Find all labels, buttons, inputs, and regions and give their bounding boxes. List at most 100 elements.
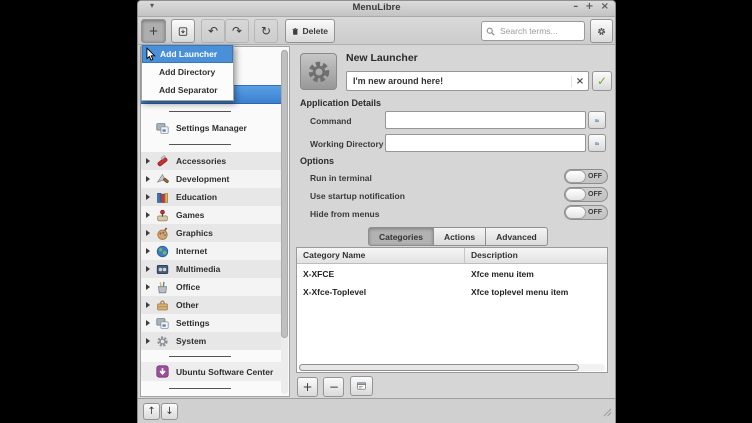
expander-icon[interactable] [146,176,150,182]
redo-button[interactable]: ↷ [225,19,249,43]
expander-icon[interactable] [146,284,150,290]
resize-grip[interactable] [603,404,612,422]
working-directory-browse-button[interactable] [588,134,606,152]
search-input[interactable] [498,25,578,37]
switch-knob [565,188,586,201]
menu-item-add-separator[interactable]: Add Separator [142,81,233,99]
remove-category-button[interactable]: − [323,377,344,397]
application-details-label: Application Details [300,98,381,108]
sidebar-item-accessories[interactable]: Accessories [141,152,282,170]
table-horizontal-scrollbar[interactable] [299,364,605,371]
run-in-terminal-label: Run in terminal [310,173,372,183]
expander-icon[interactable] [146,212,150,218]
command-entry[interactable] [385,111,586,129]
undo-button[interactable]: ↶ [201,19,225,43]
table-header[interactable]: Category Name Description [297,248,607,264]
expander-icon[interactable] [146,230,150,236]
sidebar-item-internet[interactable]: Internet [141,242,282,260]
sidebar-item-ubuntu-software-center[interactable]: Ubuntu Software Center [141,362,282,381]
folder-icon [595,116,599,125]
sidebar-item-settings[interactable]: Settings [141,314,282,332]
sidebar-item-education[interactable]: Education [141,188,282,206]
search-icon [486,27,495,36]
sidebar-item-label: Ubuntu Software Center [176,367,273,377]
run-in-terminal-switch[interactable]: OFF [564,169,608,184]
search-box[interactable] [481,21,585,41]
sidebar-item-games[interactable]: Games [141,206,282,224]
expander-icon[interactable] [146,158,150,164]
check-icon: ✓ [597,74,607,88]
launcher-gear-icon [306,59,332,85]
multimedia-icon [156,263,169,276]
description-cell: Xfce menu item [465,265,534,283]
move-up-button[interactable]: ↑ [143,403,160,420]
sidebar-scrollbar-thumb[interactable] [281,50,288,338]
category-name-cell: X-Xfce-Toplevel [297,283,465,301]
command-browse-button[interactable] [588,111,606,129]
column-header-description[interactable]: Description [465,248,518,263]
sidebar-item-settings-manager[interactable]: Settings Manager [141,119,282,137]
working-directory-entry[interactable] [385,134,586,152]
tab-actions[interactable]: Actions [433,227,486,246]
clear-name-icon[interactable]: × [571,76,588,87]
titlebar[interactable]: ▾ MenuLibre – + × [138,1,615,17]
category-actions: + − [297,376,374,396]
confirm-name-button[interactable]: ✓ [592,71,612,91]
expander-icon[interactable] [146,320,150,326]
sidebar-item-label: Internet [176,246,207,256]
maximize-button[interactable]: + [585,1,593,12]
sidebar-item-graphics[interactable]: Graphics [141,224,282,242]
switch-knob [565,206,586,219]
table-scrollbar-thumb[interactable] [299,364,579,371]
sidebar-item-system[interactable]: System [141,332,282,350]
sidebar-item-label: Accessories [176,156,226,166]
sidebar-item-label: Other [176,300,199,310]
expander-icon[interactable] [146,248,150,254]
launcher-icon-button[interactable] [300,53,337,90]
window-menu-icon[interactable]: ▾ [150,1,154,10]
sidebar-item-other[interactable]: Other [141,296,282,314]
sidebar-scrollbar[interactable] [281,49,288,394]
tab-categories[interactable]: Categories [368,227,434,246]
launcher-name-input[interactable] [347,75,571,87]
expander-icon[interactable] [146,338,150,344]
refresh-button[interactable]: ↻ [254,19,278,43]
folder-icon [595,139,599,148]
education-icon [156,191,169,204]
sidebar-item-label: Graphics [176,228,213,238]
minimize-button[interactable]: – [573,1,578,12]
sidebar-item-office[interactable]: Office [141,278,282,296]
expander-icon[interactable] [146,194,150,200]
clear-categories-button[interactable] [350,376,373,396]
system-icon [156,335,169,348]
command-input[interactable] [386,114,585,130]
settings-gear-button[interactable] [590,19,613,43]
close-button[interactable]: × [601,1,609,12]
options-label: Options [300,156,334,166]
launcher-name-entry[interactable]: × [346,71,589,91]
use-startup-notification-switch[interactable]: OFF [564,187,608,202]
hide-from-menus-switch[interactable]: OFF [564,205,608,220]
working-directory-label: Working Directory [310,139,384,149]
expander-icon[interactable] [146,266,150,272]
expander-icon[interactable] [146,302,150,308]
column-header-category-name[interactable]: Category Name [297,248,465,263]
sidebar-item-multimedia[interactable]: Multimedia [141,260,282,278]
tab-advanced[interactable]: Advanced [485,227,548,246]
use-startup-notification-label: Use startup notification [310,191,405,201]
save-button[interactable] [171,19,195,43]
settings-icon [156,317,169,330]
table-row[interactable]: X-XFCE Xfce menu item [297,265,607,283]
graphics-icon [156,227,169,240]
add-category-button[interactable]: + [297,377,318,397]
sidebar-item-development[interactable]: Development [141,170,282,188]
delete-button[interactable]: Delete [285,19,335,43]
hide-from-menus-label: Hide from menus [310,209,379,219]
development-icon [156,173,169,186]
working-directory-input[interactable] [386,137,585,153]
settings-manager-icon [156,122,169,135]
add-button[interactable]: + [141,19,166,43]
sidebar-item-label: Settings [176,318,210,328]
move-down-button[interactable]: ↓ [161,403,178,420]
table-row[interactable]: X-Xfce-Toplevel Xfce toplevel menu item [297,283,607,301]
